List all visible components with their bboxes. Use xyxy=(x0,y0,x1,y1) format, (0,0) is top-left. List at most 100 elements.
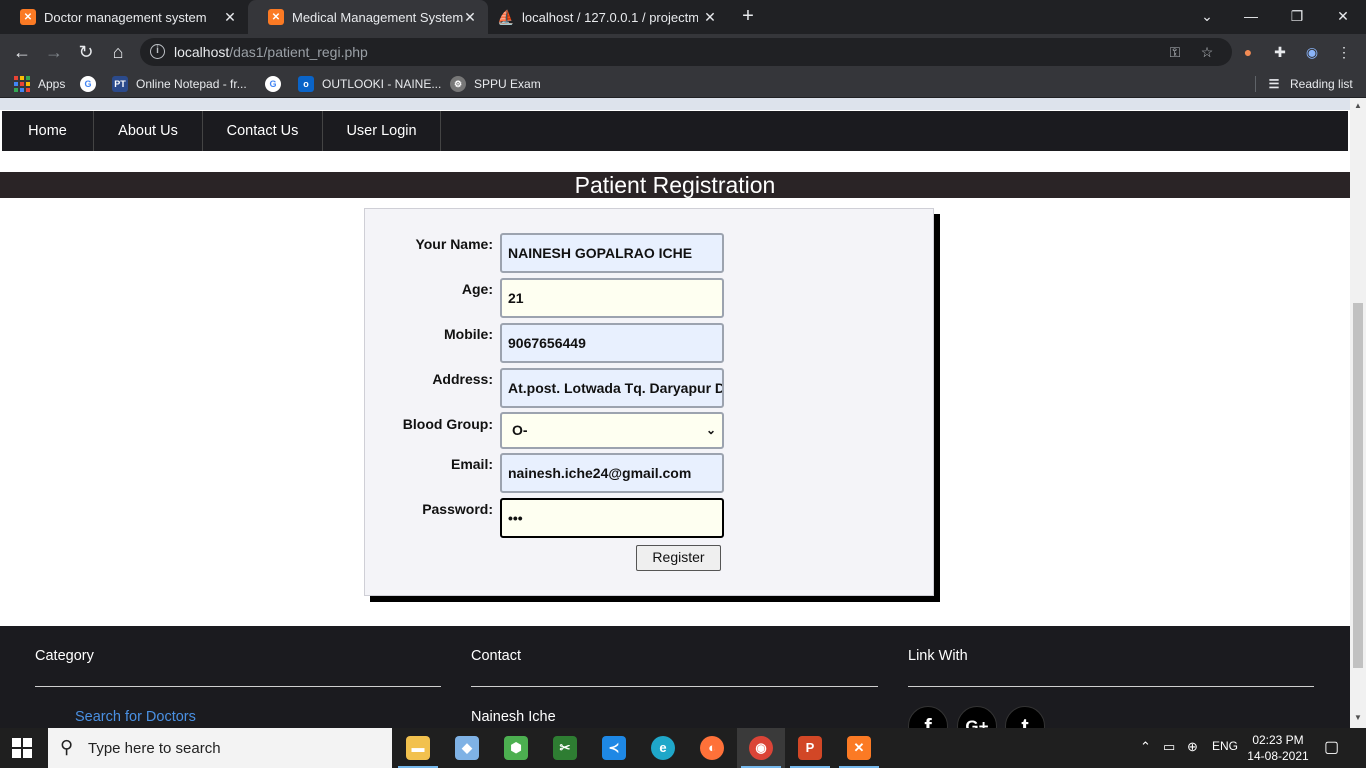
xampp-app[interactable]: ✕ xyxy=(835,728,883,768)
back-icon[interactable]: ← xyxy=(12,42,32,62)
reading-list-button[interactable]: ☰ Reading list xyxy=(1266,76,1353,92)
clock-time: 02:23 PM xyxy=(1252,733,1304,747)
google-plus-icon[interactable]: G+ xyxy=(957,706,997,728)
password-label: Password: xyxy=(422,501,493,517)
apps-grid-icon xyxy=(14,76,30,92)
bookmark-google[interactable]: G xyxy=(80,76,104,92)
tab-search-icon[interactable]: ⌄ xyxy=(1197,6,1217,26)
bookmark-sppu-exam[interactable]: ⚙ SPPU Exam xyxy=(450,76,541,92)
name-label: Your Name: xyxy=(415,236,493,252)
blood-group-select[interactable]: O- ⌄ xyxy=(500,412,724,449)
restore-button[interactable]: ❐ xyxy=(1287,6,1307,26)
file-explorer-app[interactable]: ▬ xyxy=(394,728,442,768)
page-scrollbar[interactable]: ▲ ▼ xyxy=(1350,98,1366,728)
google-icon: G xyxy=(265,76,281,92)
address-input[interactable]: At.post. Lotwada Tq. Daryapur Dist. Amra… xyxy=(500,368,724,408)
email-input[interactable]: nainesh.iche24@gmail.com xyxy=(500,453,724,493)
profile-avatar[interactable]: ◉ xyxy=(1302,42,1322,62)
tab-phpmyadmin[interactable]: ⛵ localhost / 127.0.0.1 / projectmm ✕ xyxy=(488,0,728,34)
vscode-app[interactable]: ≺ xyxy=(590,728,638,768)
notification-icon[interactable]: ▢ xyxy=(1324,737,1339,757)
nav-user-login[interactable]: User Login xyxy=(323,111,441,151)
key-icon[interactable]: ⚿ xyxy=(1166,43,1184,61)
search-doctors-link[interactable]: Search for Doctors xyxy=(75,709,196,725)
close-tab-icon[interactable]: ✕ xyxy=(222,9,238,25)
taskbar-clock[interactable]: 02:23 PM 14-08-2021 xyxy=(1246,732,1310,764)
edge-icon: e xyxy=(651,736,675,760)
new-tab-button[interactable]: + xyxy=(738,6,758,26)
chrome-app[interactable]: ◉ xyxy=(737,728,785,768)
name-input[interactable]: NAINESH GOPALRAO ICHE xyxy=(500,233,724,273)
nav-contact-us[interactable]: Contact Us xyxy=(203,111,323,151)
vscode-icon: ≺ xyxy=(602,736,626,760)
xampp-icon: ✕ xyxy=(268,9,284,25)
powerpoint-app[interactable]: P xyxy=(786,728,834,768)
battery-icon[interactable]: ▭ xyxy=(1163,739,1175,755)
tab-medical-management[interactable]: ✕ Medical Management System ✕ xyxy=(248,0,488,34)
site-info-icon[interactable]: i xyxy=(150,44,165,59)
firefox-icon: ◐ xyxy=(700,736,724,760)
node-app[interactable]: ⬢ xyxy=(492,728,540,768)
nav-home[interactable]: Home xyxy=(2,111,94,151)
taskbar-search[interactable]: ⚲ Type here to search xyxy=(48,728,392,768)
close-tab-icon[interactable]: ✕ xyxy=(702,9,718,25)
scroll-down-arrow[interactable]: ▼ xyxy=(1353,712,1363,724)
bookmark-apps[interactable]: Apps xyxy=(14,76,65,92)
home-icon[interactable]: ⌂ xyxy=(108,42,128,62)
close-window-button[interactable]: ✕ xyxy=(1333,6,1353,26)
google-icon: G xyxy=(80,76,96,92)
facebook-icon[interactable]: f xyxy=(908,706,948,728)
firefox-app[interactable]: ◐ xyxy=(688,728,736,768)
browser-tab-strip: ✕ Doctor management system ✕ ✕ Medical M… xyxy=(0,0,1366,34)
register-button[interactable]: Register xyxy=(636,545,721,571)
footer-divider xyxy=(471,686,878,687)
address-bar[interactable]: i localhost/das1/patient_regi.php ⚿ ☆ xyxy=(140,38,1232,66)
menu-kebab-icon[interactable]: ⋮ xyxy=(1334,42,1354,62)
tab-title: Doctor management system xyxy=(44,9,207,25)
reload-icon[interactable]: ↻ xyxy=(76,42,96,62)
bookmark-online-notepad[interactable]: PT Online Notepad - fr... xyxy=(112,76,247,92)
windows-start-icon[interactable] xyxy=(12,738,32,758)
extensions-puzzle-icon[interactable]: ✚ xyxy=(1270,42,1290,62)
twitter-icon[interactable]: t xyxy=(1005,706,1045,728)
minimize-button[interactable]: — xyxy=(1241,6,1261,26)
windows-taskbar: ⚲ Type here to search ▬ ◆ ⬢ ✂ ≺ e ◐ ◉ P … xyxy=(0,728,1366,768)
bookmark-star-icon[interactable]: ☆ xyxy=(1198,43,1216,61)
page-heading-bar: Patient Registration xyxy=(0,172,1350,198)
search-placeholder: Type here to search xyxy=(88,740,221,757)
scrollbar-thumb[interactable] xyxy=(1353,303,1363,668)
age-input[interactable]: 21 xyxy=(500,278,724,318)
close-tab-icon[interactable]: ✕ xyxy=(462,9,478,25)
blood-group-label: Blood Group: xyxy=(402,416,493,432)
scroll-up-arrow[interactable]: ▲ xyxy=(1353,100,1363,112)
snipping-app[interactable]: ✂ xyxy=(541,728,589,768)
extension-icon[interactable]: ● xyxy=(1238,42,1258,62)
footer-contact-title: Contact xyxy=(471,648,521,664)
password-input[interactable]: ••• xyxy=(500,498,724,538)
address-label: Address: xyxy=(432,371,493,387)
footer-divider xyxy=(908,686,1314,687)
folder-icon: ▬ xyxy=(406,736,430,760)
page-title: Patient Registration xyxy=(574,172,776,198)
language-indicator[interactable]: ENG xyxy=(1212,739,1238,753)
forward-icon[interactable]: → xyxy=(44,42,64,62)
tray-chevron-up-icon[interactable]: ⌃ xyxy=(1140,739,1151,755)
footer-contact-name: Nainesh Iche xyxy=(471,709,556,725)
browser-toolbar: ← → ↻ ⌂ i localhost/das1/patient_regi.ph… xyxy=(0,34,1366,70)
nav-about-us[interactable]: About Us xyxy=(94,111,203,151)
mobile-input[interactable]: 9067656449 xyxy=(500,323,724,363)
edge-app[interactable]: e xyxy=(639,728,687,768)
network-globe-icon[interactable]: ⊕ xyxy=(1187,739,1198,755)
virtualbox-app[interactable]: ◆ xyxy=(443,728,491,768)
notepad-icon: PT xyxy=(112,76,128,92)
bookmark-outlook[interactable]: o OUTLOOKI - NAINE... xyxy=(298,76,441,92)
clock-date: 14-08-2021 xyxy=(1247,749,1309,763)
powerpoint-icon: P xyxy=(798,736,822,760)
bookmark-label: Apps xyxy=(38,77,66,91)
bookmark-google-2[interactable]: G xyxy=(265,76,289,92)
cube-icon: ◆ xyxy=(455,736,479,760)
chevron-down-icon: ⌄ xyxy=(705,423,716,437)
outlook-icon: o xyxy=(298,76,314,92)
tab-doctor-management[interactable]: ✕ Doctor management system ✕ xyxy=(0,0,248,34)
page-viewport: Home About Us Contact Us User Login Pati… xyxy=(0,98,1350,728)
